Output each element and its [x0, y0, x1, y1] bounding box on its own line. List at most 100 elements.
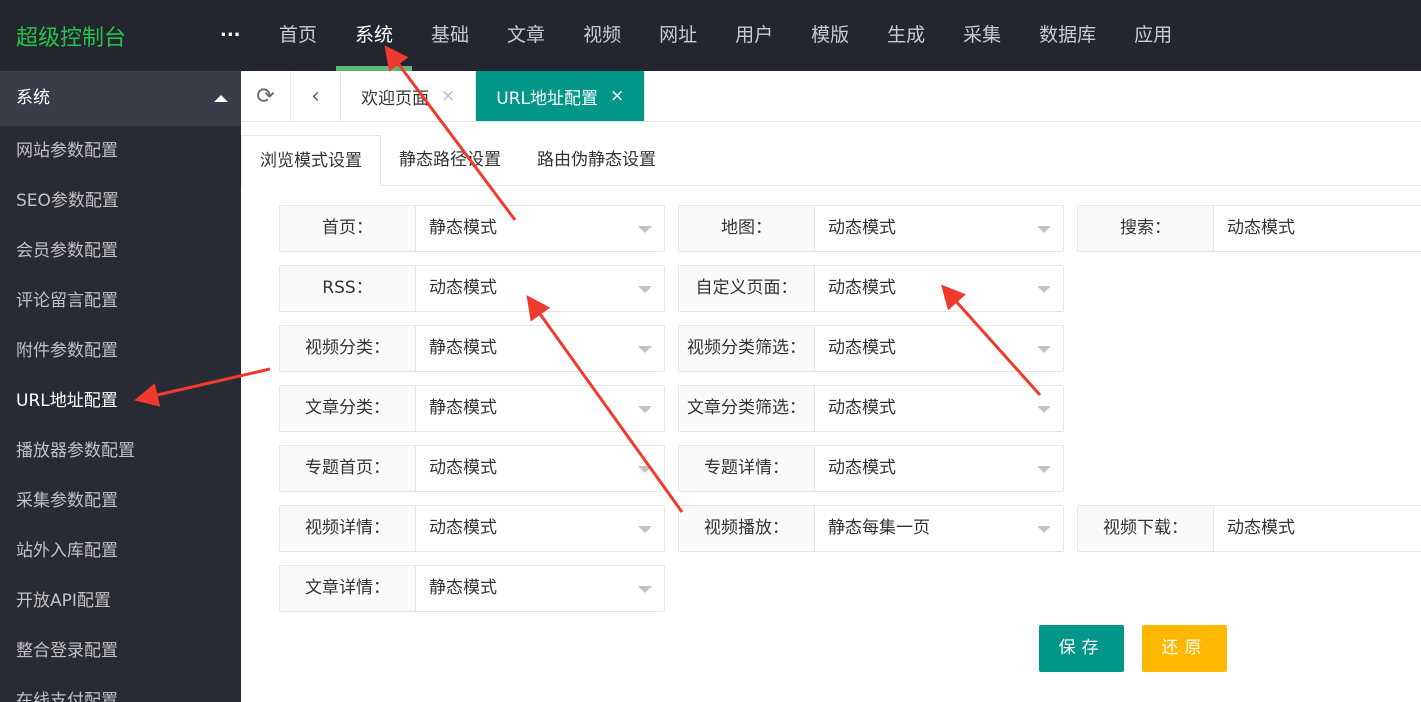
caret-down-icon: [638, 286, 652, 293]
field-topic-home: 专题首页： 动态模式: [279, 445, 665, 492]
field-rss: RSS：动态模式: [279, 265, 665, 312]
field-label: 专题首页：: [280, 446, 416, 491]
field-label: 视频分类筛选：: [679, 326, 815, 371]
tab-welcome[interactable]: 欢迎页面 ×: [341, 71, 476, 121]
mode-select[interactable]: 动态模式: [416, 446, 664, 491]
tab-label: 欢迎页面: [361, 84, 429, 109]
select-value: 静态每集一页: [828, 518, 930, 538]
nav-template[interactable]: 模版: [792, 0, 868, 71]
mode-select[interactable]: 动态模式: [815, 266, 1063, 311]
mode-select[interactable]: 静态模式: [416, 386, 664, 431]
field-video-detail: 视频详情： 动态模式: [279, 505, 665, 552]
caret-down-icon: [1037, 346, 1051, 353]
sidebar-item-url[interactable]: URL地址配置: [0, 376, 241, 426]
select-value: 动态模式: [1227, 518, 1295, 538]
back-chevron-icon[interactable]: ‹: [291, 71, 341, 121]
close-icon[interactable]: ×: [441, 86, 455, 106]
sidebar: 系统 网站参数配置 SEO参数配置 会员参数配置 评论留言配置 附件参数配置 U…: [0, 71, 241, 702]
sidebar-item-site-params[interactable]: 网站参数配置: [0, 126, 241, 176]
field-label: 视频下载：: [1078, 506, 1214, 551]
nav-basic[interactable]: 基础: [412, 0, 488, 71]
nav-generate[interactable]: 生成: [868, 0, 944, 71]
select-value: 动态模式: [828, 398, 896, 418]
refresh-icon[interactable]: ⟳: [241, 71, 291, 121]
save-button[interactable]: 保存: [1039, 625, 1124, 672]
select-value: 静态模式: [429, 578, 497, 598]
nav-url[interactable]: 网址: [640, 0, 716, 71]
mode-select[interactable]: 静态模式: [416, 326, 664, 371]
select-value: 动态模式: [429, 518, 497, 538]
caret-down-icon: [1037, 406, 1051, 413]
nav-user[interactable]: 用户: [716, 0, 792, 71]
mode-select[interactable]: 静态模式: [416, 566, 664, 611]
nav-video[interactable]: 视频: [564, 0, 640, 71]
field-label: 首页：: [280, 206, 416, 251]
field-map: 地图：动态模式: [678, 205, 1064, 252]
field-label: 搜索：: [1078, 206, 1214, 251]
caret-down-icon: [638, 406, 652, 413]
field-video-play: 视频播放：静态每集一页: [678, 505, 1064, 552]
sidebar-item-player[interactable]: 播放器参数配置: [0, 426, 241, 476]
tab-route-rewrite[interactable]: 路由伪静态设置: [519, 135, 674, 185]
top-bar: 超级控制台 ... 首页 系统 基础 文章 视频 网址 用户 模版 生成 采集 …: [0, 0, 1421, 71]
mode-select[interactable]: 动态模式: [815, 446, 1063, 491]
sidebar-item-comment[interactable]: 评论留言配置: [0, 276, 241, 326]
caret-down-icon: [1037, 226, 1051, 233]
tab-browse-mode[interactable]: 浏览模式设置: [241, 135, 381, 186]
sidebar-item-pay[interactable]: 在线支付配置: [0, 676, 241, 702]
field-video-filter: 视频分类筛选： 动态模式: [678, 325, 1064, 372]
caret-down-icon: [638, 226, 652, 233]
field-video-download: 视频下载： 动态模式: [1077, 505, 1421, 552]
field-article-filter: 文章分类筛选： 动态模式: [678, 385, 1064, 432]
nav-article[interactable]: 文章: [488, 0, 564, 71]
mode-select[interactable]: 动态模式: [416, 266, 664, 311]
app-logo[interactable]: 超级控制台: [16, 20, 126, 52]
field-label: 专题详情：: [679, 446, 815, 491]
field-topic-detail: 专题详情： 动态模式: [678, 445, 1064, 492]
select-value: 动态模式: [828, 278, 896, 298]
select-value: 静态模式: [429, 398, 497, 418]
field-label: 文章分类：: [280, 386, 416, 431]
sidebar-item-collect[interactable]: 采集参数配置: [0, 476, 241, 526]
field-label: 视频详情：: [280, 506, 416, 551]
select-value: 动态模式: [429, 458, 497, 478]
nav-collect[interactable]: 采集: [944, 0, 1020, 71]
nav-database[interactable]: 数据库: [1020, 0, 1115, 71]
caret-down-icon: [1037, 526, 1051, 533]
sidebar-group-system[interactable]: 系统: [0, 71, 241, 126]
tab-url-config[interactable]: URL地址配置×: [476, 71, 645, 121]
field-label: 视频分类：: [280, 326, 416, 371]
more-menu-button[interactable]: ...: [220, 20, 241, 41]
mode-select[interactable]: 动态模式: [815, 206, 1063, 251]
page-tabs: ⟳ ‹ 欢迎页面 × URL地址配置×: [241, 71, 1421, 122]
select-value: 动态模式: [828, 338, 896, 358]
nav-system[interactable]: 系统: [336, 0, 412, 71]
nav-apps[interactable]: 应用: [1115, 0, 1191, 71]
sidebar-item-seo[interactable]: SEO参数配置: [0, 176, 241, 226]
mode-select[interactable]: 动态模式: [1214, 506, 1421, 551]
sidebar-item-member[interactable]: 会员参数配置: [0, 226, 241, 276]
sidebar-item-import[interactable]: 站外入库配置: [0, 526, 241, 576]
mode-select[interactable]: 静态每集一页: [815, 506, 1063, 551]
close-icon[interactable]: ×: [610, 86, 624, 106]
settings-tabs: 浏览模式设置 静态路径设置 路由伪静态设置: [241, 135, 1421, 186]
nav-home[interactable]: 首页: [260, 0, 336, 71]
browse-mode-form: 首页：静态模式 地图：动态模式 搜索：动态模式 RSS：动态模式 自定义页面：动…: [279, 205, 1421, 612]
field-label: 自定义页面：: [679, 266, 815, 311]
sidebar-item-attachment[interactable]: 附件参数配置: [0, 326, 241, 376]
caret-down-icon: [638, 466, 652, 473]
caret-down-icon: [638, 586, 652, 593]
field-label: 文章分类筛选：: [679, 386, 815, 431]
collapse-triangle-icon: [214, 95, 228, 102]
mode-select[interactable]: 动态模式: [416, 506, 664, 551]
mode-select[interactable]: 动态模式: [815, 386, 1063, 431]
tab-static-path[interactable]: 静态路径设置: [381, 135, 519, 185]
mode-select[interactable]: 静态模式: [416, 206, 664, 251]
mode-select[interactable]: 动态模式: [815, 326, 1063, 371]
reset-button[interactable]: 还原: [1142, 625, 1227, 672]
sidebar-item-api[interactable]: 开放API配置: [0, 576, 241, 626]
mode-select[interactable]: 动态模式: [1214, 206, 1421, 251]
sidebar-item-login[interactable]: 整合登录配置: [0, 626, 241, 676]
select-value: 动态模式: [828, 458, 896, 478]
field-video-category: 视频分类：静态模式: [279, 325, 665, 372]
